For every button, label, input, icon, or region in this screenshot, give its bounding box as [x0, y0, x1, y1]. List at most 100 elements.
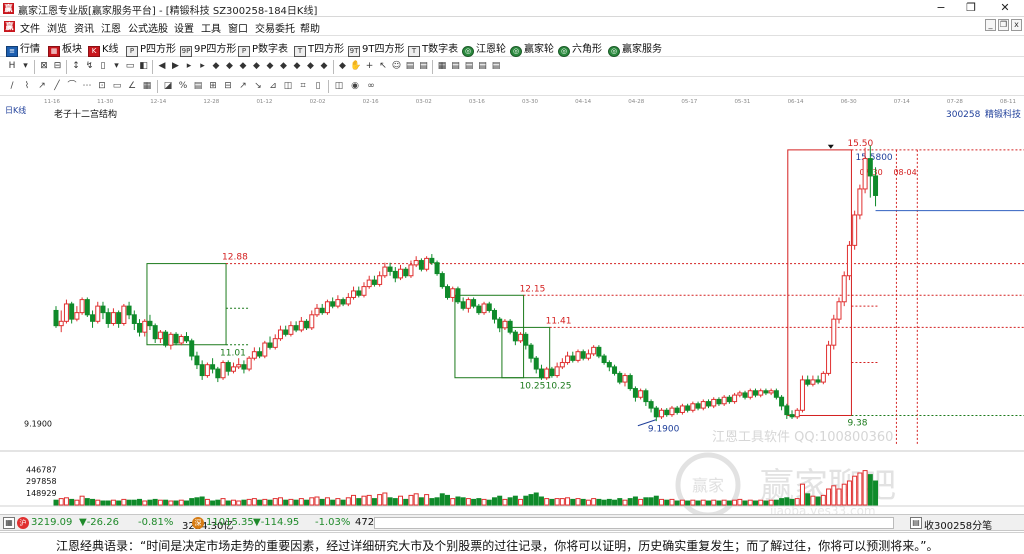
candle-body[interactable]	[606, 362, 612, 368]
quotes-button[interactable]: ≡ 行情	[6, 40, 40, 57]
candle-body[interactable]	[679, 405, 685, 413]
candle-body[interactable]	[476, 305, 482, 314]
candle-body[interactable]	[90, 314, 96, 322]
drawing-tool-0[interactable]: H	[6, 60, 18, 73]
candle-body[interactable]	[147, 320, 153, 327]
drawing-tool-25[interactable]: +	[364, 60, 376, 73]
candle-body[interactable]	[189, 340, 195, 357]
analysis-tool-21[interactable]: ◫	[333, 80, 345, 93]
drawing-tool-1[interactable]: ▾	[20, 60, 32, 73]
candle-body[interactable]	[695, 403, 701, 409]
t-table-button[interactable]: T T数字表	[408, 40, 458, 57]
analysis-tool-2[interactable]: ↗	[36, 80, 48, 93]
candle-body[interactable]	[554, 366, 560, 377]
candle-body[interactable]	[126, 305, 132, 316]
candle-body[interactable]	[356, 290, 362, 296]
candle-body[interactable]	[768, 390, 774, 394]
drawing-tool-7[interactable]: ▾	[111, 60, 123, 73]
candle-body[interactable]	[706, 401, 711, 407]
candle-body[interactable]	[293, 325, 299, 331]
candle-body[interactable]	[434, 262, 440, 275]
candle-body[interactable]	[173, 333, 179, 344]
candle-body[interactable]	[737, 392, 743, 396]
candle-body[interactable]	[617, 372, 623, 383]
drawing-tool-34[interactable]: ▤	[490, 60, 502, 73]
candle-body[interactable]	[779, 396, 785, 407]
candle-body[interactable]	[58, 320, 64, 327]
candle-body[interactable]	[330, 301, 336, 307]
candle-body[interactable]	[518, 333, 524, 342]
candle-body[interactable]	[538, 368, 544, 379]
candle-body[interactable]	[445, 286, 450, 298]
candle-body[interactable]	[732, 394, 738, 403]
drawing-tool-26[interactable]: ↖	[377, 60, 389, 73]
candle-body[interactable]	[857, 188, 863, 216]
candle-body[interactable]	[236, 364, 242, 368]
candle-body[interactable]	[210, 364, 216, 370]
drawing-tool-28[interactable]: ▤	[404, 60, 416, 73]
drawing-tool-16[interactable]: ◆	[237, 60, 249, 73]
candle-body[interactable]	[345, 296, 351, 305]
drawing-tool-20[interactable]: ◆	[291, 60, 303, 73]
candle-body[interactable]	[596, 346, 602, 357]
candle-body[interactable]	[810, 379, 816, 385]
mdi-minimize-button[interactable]: _	[985, 19, 996, 31]
drawing-tool-30[interactable]: ▦	[436, 60, 448, 73]
drawing-tool-8[interactable]: ▭	[124, 60, 136, 73]
candle-body[interactable]	[836, 301, 842, 320]
analysis-tool-19[interactable]: ⌗	[297, 80, 309, 93]
candle-body[interactable]	[309, 314, 315, 329]
candle-body[interactable]	[585, 353, 591, 359]
candle-body[interactable]	[773, 390, 779, 398]
candle-body[interactable]	[486, 303, 492, 311]
sector-button[interactable]: ▦ 板块	[48, 40, 82, 57]
candle-body[interactable]	[789, 414, 795, 418]
candle-body[interactable]	[100, 305, 106, 314]
drawing-tool-29[interactable]: ▤	[418, 60, 430, 73]
candle-body[interactable]	[653, 407, 659, 418]
drawing-tool-24[interactable]: ✋	[350, 60, 362, 73]
drawing-tool-21[interactable]: ◆	[305, 60, 317, 73]
analysis-tool-0[interactable]: /	[6, 80, 18, 93]
analysis-tool-16[interactable]: ↘	[252, 80, 264, 93]
candle-body[interactable]	[429, 257, 435, 264]
candle-body[interactable]	[794, 409, 800, 418]
drawing-tool-32[interactable]: ▤	[463, 60, 475, 73]
menu-window[interactable]: 窗口	[228, 20, 248, 35]
winner-wheel-button[interactable]: ◎ 赢家轮	[510, 40, 554, 57]
candle-body[interactable]	[251, 351, 257, 359]
candle-body[interactable]	[612, 366, 618, 374]
candle-body[interactable]	[784, 405, 790, 416]
candle-body[interactable]	[460, 301, 466, 309]
analysis-tool-9[interactable]: ▦	[141, 80, 153, 93]
candle-body[interactable]	[314, 307, 320, 316]
candle-body[interactable]	[351, 290, 357, 298]
drawing-tool-2[interactable]: ⊠	[38, 60, 50, 73]
candle-body[interactable]	[507, 320, 513, 333]
analysis-tool-4[interactable]: ⌒	[66, 80, 78, 93]
candle-body[interactable]	[105, 312, 111, 324]
candle-body[interactable]	[361, 286, 367, 296]
menu-trade[interactable]: 交易委托	[255, 20, 295, 35]
menu-settings[interactable]: 设置	[174, 20, 194, 35]
candle-body[interactable]	[288, 325, 294, 335]
candle-body[interactable]	[398, 268, 404, 279]
drawing-tool-3[interactable]: ⊟	[52, 60, 64, 73]
candle-body[interactable]	[622, 375, 628, 383]
status-scrollbar[interactable]	[374, 517, 894, 529]
candle-body[interactable]	[575, 351, 581, 361]
analysis-tool-10[interactable]: ◪	[162, 80, 174, 93]
candle-body[interactable]	[669, 407, 675, 416]
candle-body[interactable]	[215, 368, 221, 379]
candle-body[interactable]	[763, 390, 769, 394]
mdi-restore-button[interactable]: ❐	[998, 19, 1009, 31]
drawing-tool-33[interactable]: ▤	[477, 60, 489, 73]
9p-square-button[interactable]: 9P 9P四方形	[180, 40, 236, 57]
candle-body[interactable]	[377, 275, 383, 285]
p-square-button[interactable]: P P四方形	[126, 40, 176, 57]
candle-body[interactable]	[168, 333, 174, 346]
drawing-tool-18[interactable]: ◆	[264, 60, 276, 73]
candle-body[interactable]	[418, 260, 424, 270]
candle-body[interactable]	[392, 270, 398, 279]
candle-body[interactable]	[465, 299, 471, 309]
